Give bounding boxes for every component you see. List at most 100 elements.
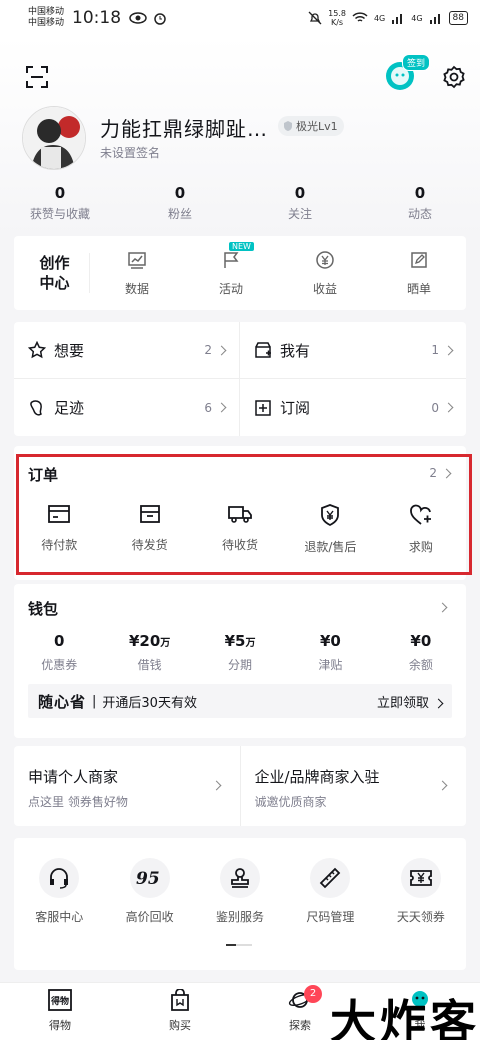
creator-activity[interactable]: NEW 活动 — [184, 241, 278, 297]
scan-icon[interactable] — [26, 66, 48, 88]
stamp-icon — [231, 868, 249, 888]
service-label: 客服中心 — [35, 910, 84, 924]
subscribe-row[interactable]: 订阅 0 — [240, 379, 466, 436]
wallet-loan[interactable]: ¥20万 借钱 — [104, 632, 194, 673]
gear-icon[interactable] — [442, 65, 466, 89]
have-row[interactable]: 我有 1 — [240, 322, 466, 379]
headset-icon — [50, 868, 69, 889]
status-bar: 中国移动 中国移动 10:18 15.8 K/s 4G 4G 88 — [0, 0, 480, 36]
service-label: 天天领券 — [396, 910, 445, 924]
wallet-title[interactable]: 钱包 — [28, 598, 58, 619]
coupon-icon — [409, 870, 432, 886]
promo-claim-link[interactable]: 立即领取 — [376, 692, 444, 711]
brand-merchant-title: 企业/品牌商家入驻 — [254, 768, 380, 786]
promo-divider: | — [92, 693, 97, 709]
stat-fans[interactable]: 0 粉丝 — [120, 184, 240, 222]
wallet-installment[interactable]: ¥5万 分期 — [195, 632, 285, 673]
personal-merchant-entry[interactable]: 申请个人商家 点这里 领券售好物 — [14, 746, 241, 826]
page-indicator — [226, 944, 252, 946]
brand-merchant-entry[interactable]: 企业/品牌商家入驻 诚邀优质商家 — [241, 746, 467, 826]
tab-label: 得物 — [49, 1019, 71, 1032]
stat-posts[interactable]: 0 动态 — [360, 184, 480, 222]
service-authentication[interactable]: 鉴别服务 — [195, 858, 285, 925]
service-label: 鉴别服务 — [216, 910, 265, 924]
net-speed-value: 15.8 — [328, 9, 346, 18]
stat-num: 0 — [414, 184, 426, 202]
wallet-value: ¥0 — [319, 632, 341, 650]
creator-item-label: 数据 — [124, 281, 149, 296]
wallet-unit: 万 — [245, 638, 256, 649]
creator-title-line-2: 中心 — [39, 274, 70, 292]
page-dot — [236, 944, 252, 946]
wallet-label: 津贴 — [318, 658, 343, 672]
chevron-right-icon — [443, 345, 454, 355]
wallet-allowance[interactable]: ¥0 津贴 — [285, 632, 375, 673]
stat-following[interactable]: 0 关注 — [240, 184, 360, 222]
level-text: 极光Lv1 — [296, 120, 338, 133]
signature[interactable]: 未设置签名 — [100, 144, 160, 161]
service-recycle[interactable]: 95 高价回收 — [104, 858, 194, 925]
stat-label: 获赞与收藏 — [29, 207, 90, 221]
level-badge[interactable]: 极光Lv1 — [278, 116, 344, 136]
wallet-unit: 万 — [160, 638, 171, 649]
want-count: 2 — [204, 343, 212, 357]
promo-claim-text: 立即领取 — [376, 695, 429, 711]
service-daily-coupons[interactable]: 天天领券 — [376, 858, 466, 925]
stat-likes[interactable]: 0 获赞与收藏 — [0, 184, 120, 222]
bag-icon — [171, 988, 189, 1011]
personal-merchant-sub: 点这里 领券售好物 — [28, 795, 128, 809]
chevron-right-icon[interactable] — [437, 602, 448, 613]
shield-level-icon — [284, 121, 292, 131]
username[interactable]: 力能扛鼎绿脚趾… — [100, 113, 268, 142]
wallet-coupons[interactable]: 0 优惠券 — [14, 632, 104, 673]
net-speed-unit: K/s — [330, 18, 344, 27]
mute-icon — [308, 11, 322, 25]
wallet-value: ¥0 — [410, 632, 432, 650]
signal-2-label: 4G — [411, 13, 423, 23]
alarm-icon — [154, 13, 166, 25]
wallet-balance[interactable]: ¥0 余额 — [376, 632, 466, 673]
avatar[interactable] — [22, 106, 86, 170]
signal-icon-2 — [429, 14, 440, 24]
wallet-label: 优惠券 — [41, 658, 78, 672]
yuan-circle-icon — [316, 250, 334, 269]
stat-label: 粉丝 — [167, 207, 192, 221]
creator-item-label: 活动 — [218, 281, 243, 296]
box-plus-icon — [255, 342, 271, 358]
tab-dewu[interactable]: 得物 得物 — [0, 983, 120, 1040]
tab-label: 购买 — [169, 1019, 191, 1032]
service-customer-support[interactable]: 客服中心 — [14, 858, 104, 925]
stat-label: 动态 — [407, 207, 432, 221]
wallet-value: ¥5 — [224, 632, 246, 650]
want-row[interactable]: 想要 2 — [14, 322, 240, 379]
service-size-management[interactable]: 尺码管理 — [285, 858, 375, 925]
personal-merchant-title: 申请个人商家 — [28, 768, 119, 786]
clock: 10:18 — [72, 8, 122, 28]
stat-label: 关注 — [287, 207, 312, 221]
creator-data[interactable]: 数据 — [90, 250, 184, 297]
services-card: 客服中心 95 高价回收 鉴别服务 尺码管理 天天领券 — [14, 838, 466, 970]
avatar-image — [23, 107, 85, 169]
footprint-count: 6 — [204, 400, 212, 415]
subscribe-count: 0 — [431, 400, 439, 415]
stat-num: 0 — [294, 184, 306, 202]
svg-text:95: 95 — [136, 869, 160, 889]
creator-center-title[interactable]: 创作 中心 — [20, 253, 90, 293]
signin-tag[interactable]: 签到 — [402, 54, 431, 71]
ruler-icon — [320, 867, 341, 889]
recycle-95-icon: 95 — [136, 869, 160, 889]
footprint-row[interactable]: 足迹 6 — [14, 379, 240, 436]
promo-text: 开通后30天有效 — [102, 695, 197, 711]
want-label: 想要 — [54, 341, 85, 360]
creator-income[interactable]: 收益 — [278, 250, 372, 297]
wifi-icon — [352, 12, 368, 22]
page-dot-active — [226, 944, 236, 946]
collection-card: 想要 2 我有 1 足迹 6 订阅 0 — [14, 322, 466, 436]
stat-num: 0 — [174, 184, 186, 202]
have-count: 1 — [431, 343, 439, 357]
header-bar: 签到 — [0, 36, 480, 116]
tab-buy[interactable]: 购买 — [120, 983, 240, 1040]
plus-square-icon — [255, 399, 271, 416]
wallet-promo-banner[interactable]: 随心省 | 开通后30天有效 立即领取 — [28, 684, 452, 718]
creator-showcase[interactable]: 晒单 — [372, 250, 466, 297]
